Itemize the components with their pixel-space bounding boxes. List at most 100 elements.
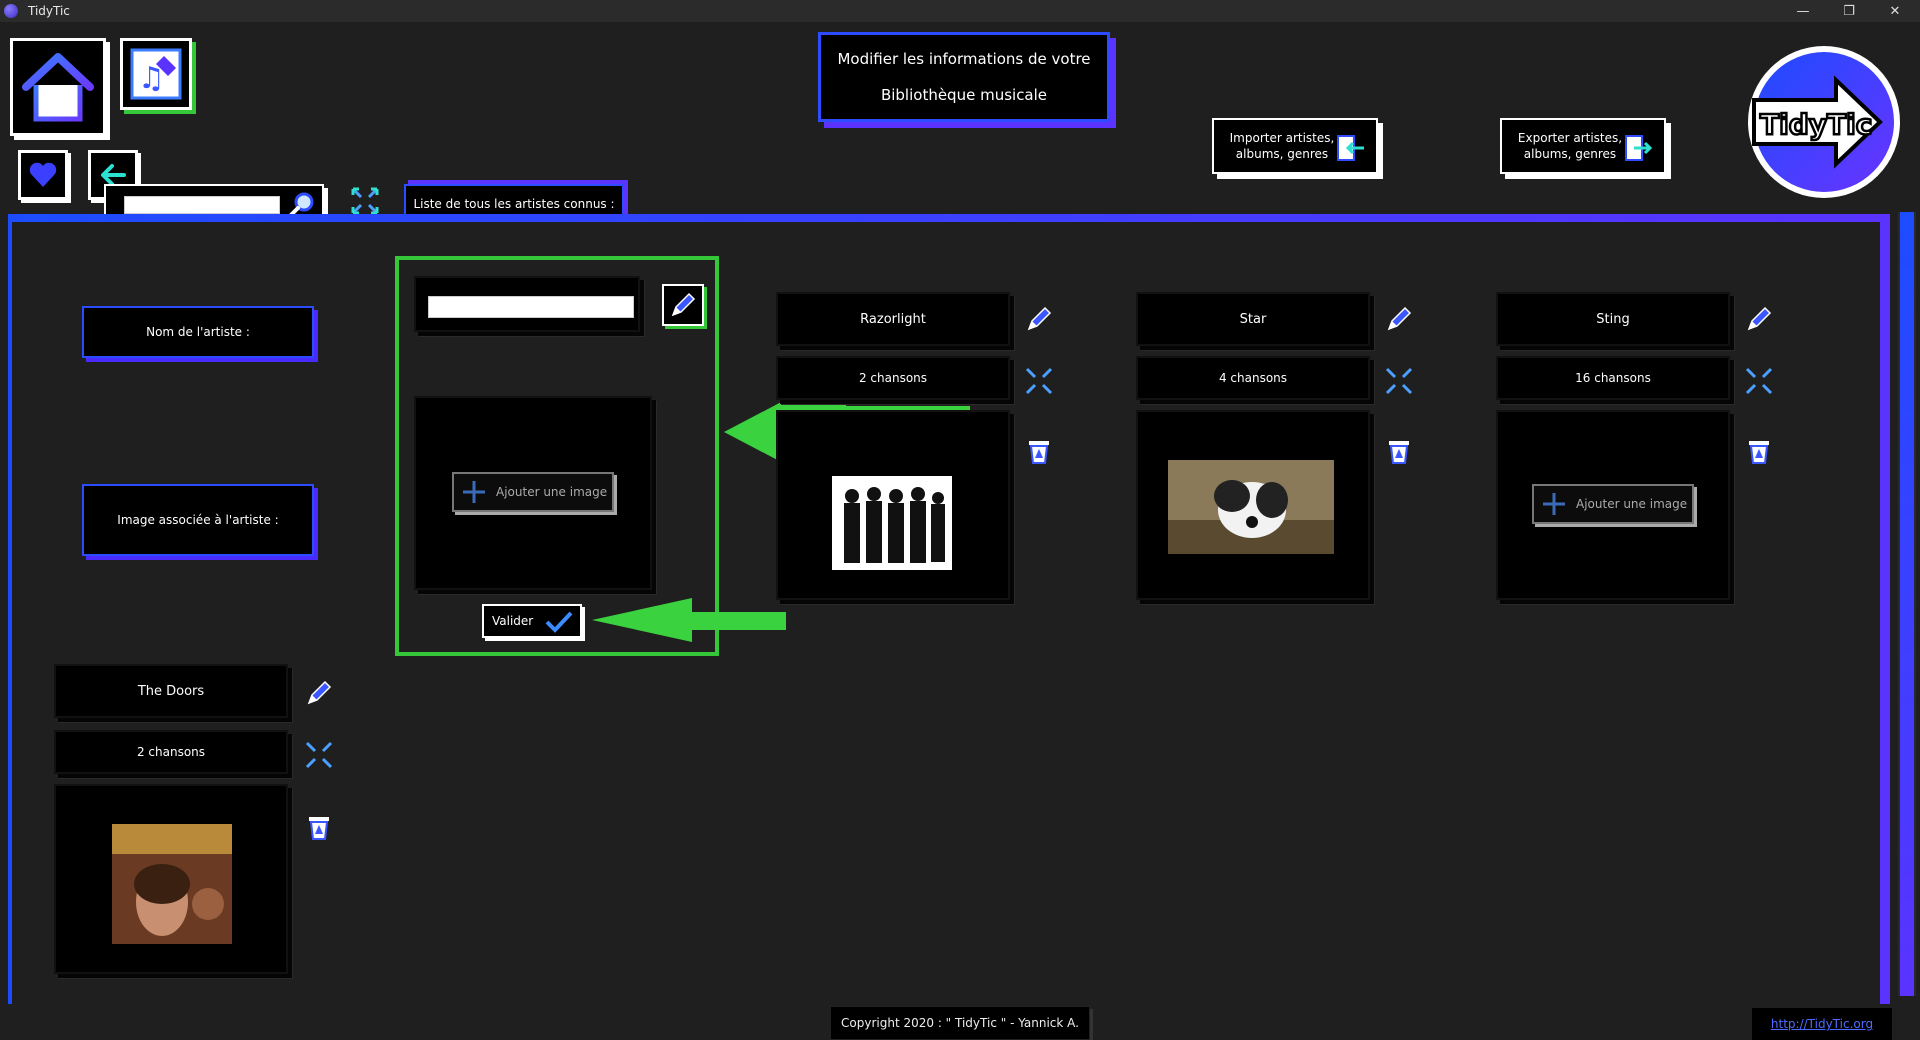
new-artist-name-input[interactable]: [428, 296, 634, 318]
home-icon: [22, 53, 94, 122]
artist-song-count: 4 chansons: [1136, 356, 1370, 400]
page-title-line1: Modifier les informations de votre: [837, 50, 1091, 68]
artist-song-count: 2 chansons: [54, 730, 288, 774]
artists-list-tab-label: Liste de tous les artistes connus :: [413, 197, 615, 211]
artist-delete-button[interactable]: [1024, 436, 1054, 466]
import-button-label: Importer artistes, albums, genres: [1229, 131, 1335, 161]
artist-name: Star: [1239, 311, 1267, 327]
validate-button[interactable]: Valider: [482, 604, 582, 638]
artist-name-label: Nom de l'artiste :: [82, 306, 314, 358]
artist-card-name: Sting: [1496, 292, 1730, 346]
tidytic-logo: TidyTic: [1740, 40, 1900, 204]
artist-expand-button[interactable]: [1744, 366, 1774, 396]
artist-delete-button[interactable]: [1384, 436, 1414, 466]
page-title: Modifier les informations de votre Bibli…: [818, 32, 1110, 122]
expand-icon: [351, 187, 379, 215]
panel-top-border: [8, 214, 1890, 222]
trash-icon: [1749, 441, 1769, 464]
trash-icon: [1389, 441, 1409, 464]
favorites-button[interactable]: [18, 150, 68, 200]
doors-album: [112, 824, 232, 944]
close-button[interactable]: ✕: [1872, 0, 1918, 22]
artist-song-count: 2 chansons: [776, 356, 1010, 400]
new-artist-name-box: [414, 276, 640, 332]
home-button[interactable]: [10, 38, 106, 136]
artist-add-image-button[interactable]: Ajouter une image: [1532, 484, 1694, 524]
expand-icon: [1385, 367, 1413, 395]
music-edit-icon: ♫: [130, 48, 182, 100]
import-icon: [1337, 135, 1364, 161]
artist-image-box: [1136, 410, 1370, 600]
artist-name-label-text: Nom de l'artiste :: [146, 325, 250, 339]
artist-expand-button[interactable]: [1024, 366, 1054, 396]
scrollbar-thumb[interactable]: [1900, 212, 1914, 996]
plus-icon: [1543, 493, 1565, 515]
pencil-icon: [1747, 306, 1772, 331]
heart-icon: [29, 162, 57, 187]
trash-icon: [1029, 441, 1049, 464]
maximize-button[interactable]: ❐: [1826, 0, 1872, 22]
new-artist-image-box: Ajouter une image: [414, 396, 652, 590]
pencil-icon: [671, 292, 696, 317]
check-icon: [545, 611, 573, 633]
artist-edit-button[interactable]: [1384, 304, 1414, 334]
new-artist-edit-button[interactable]: [662, 284, 704, 326]
title-bar: TidyTic — ❐ ✕: [0, 0, 1920, 22]
footer-link-text: http://TidyTic.org: [1770, 1017, 1874, 1031]
artist-edit-button[interactable]: [1024, 304, 1054, 334]
annotation-arrow-small: [592, 598, 786, 642]
app-window: TidyTic — ❐ ✕ ♫ Liste de tous les artist…: [0, 0, 1920, 1040]
new-artist-add-image-button[interactable]: Ajouter une image: [452, 472, 614, 512]
pencil-icon: [307, 680, 332, 705]
validate-button-label: Valider: [492, 614, 534, 628]
export-icon: [1625, 135, 1653, 161]
artist-card-name: Star: [1136, 292, 1370, 346]
expand-icon: [305, 741, 333, 769]
artist-delete-button[interactable]: [1744, 436, 1774, 466]
export-button[interactable]: Exporter artistes, albums, genres: [1500, 118, 1666, 174]
artist-image-label-text: Image associée à l'artiste :: [117, 513, 279, 527]
artist-image-box: Ajouter une image: [1496, 410, 1730, 600]
import-button[interactable]: Importer artistes, albums, genres: [1212, 118, 1378, 174]
artist-expand-button[interactable]: [1384, 366, 1414, 396]
pencil-icon: [1027, 306, 1052, 331]
expand-icon: [1025, 367, 1053, 395]
logo-text: TidyTic: [1760, 108, 1872, 141]
expand-icon: [1745, 367, 1773, 395]
artist-image-box: [54, 784, 288, 974]
pencil-icon: [1387, 306, 1412, 331]
artist-card-name: Razorlight: [776, 292, 1010, 346]
song-count-text: 4 chansons: [1218, 371, 1288, 385]
artist-image-label: Image associée à l'artiste :: [82, 484, 314, 556]
footer-copyright-text: Copyright 2020 : " TidyTic " - Yannick A…: [841, 1016, 1079, 1030]
artist-card-name: The Doors: [54, 664, 288, 718]
trash-icon: [309, 817, 329, 840]
footer-website-link[interactable]: http://TidyTic.org: [1752, 1008, 1892, 1040]
song-count-text: 2 chansons: [136, 745, 206, 759]
app-icon: [4, 4, 18, 18]
artist-name: Razorlight: [860, 311, 926, 327]
search-input[interactable]: [124, 196, 280, 214]
logo-icon: TidyTic: [1748, 46, 1900, 198]
footer-copyright: Copyright 2020 : " TidyTic " - Yannick A…: [830, 1006, 1090, 1040]
new-artist-add-image-label: Ajouter une image: [496, 485, 608, 499]
artist-name: The Doors: [137, 683, 205, 699]
band-photo: [832, 476, 952, 570]
page-title-line2: Bibliothèque musicale: [880, 86, 1048, 104]
music-edit-button[interactable]: ♫: [120, 38, 192, 110]
minimize-button[interactable]: —: [1780, 0, 1826, 22]
artist-edit-button[interactable]: [1744, 304, 1774, 334]
window-title: TidyTic: [28, 4, 70, 18]
artist-expand-button[interactable]: [304, 740, 334, 770]
artist-edit-button[interactable]: [304, 678, 334, 708]
artist-add-image-label: Ajouter une image: [1576, 497, 1688, 511]
expand-all-button[interactable]: [350, 186, 380, 216]
dog-photo: [1168, 460, 1334, 554]
artist-song-count: 16 chansons: [1496, 356, 1730, 400]
song-count-text: 2 chansons: [858, 371, 928, 385]
artist-image-box: [776, 410, 1010, 600]
song-count-text: 16 chansons: [1575, 371, 1651, 385]
artist-delete-button[interactable]: [304, 812, 334, 842]
plus-icon: [463, 481, 485, 503]
export-button-label: Exporter artistes, albums, genres: [1517, 131, 1623, 161]
